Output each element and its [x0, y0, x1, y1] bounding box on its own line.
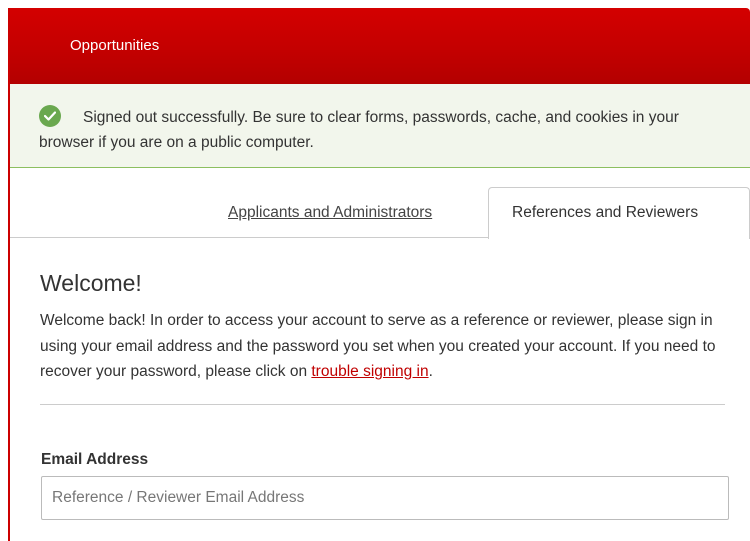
page-frame: Opportunities Signed out successfully. B…	[8, 8, 750, 541]
alert-message: Signed out successfully. Be sure to clea…	[39, 109, 679, 151]
email-address-input[interactable]	[41, 476, 729, 520]
tabs-divider	[10, 237, 488, 238]
welcome-paragraph: Welcome back! In order to access your ac…	[40, 308, 740, 385]
tab-references-and-reviewers[interactable]: References and Reviewers	[488, 187, 750, 239]
signout-success-alert: Signed out successfully. Be sure to clea…	[10, 84, 750, 168]
email-address-label: Email Address	[41, 451, 149, 468]
tab-applicants-and-administrators[interactable]: Applicants and Administrators	[228, 204, 432, 222]
welcome-heading: Welcome!	[40, 270, 142, 296]
welcome-tail-text: .	[428, 363, 433, 380]
nav-opportunities-link[interactable]: Opportunities	[70, 37, 159, 54]
section-divider	[40, 404, 725, 405]
tab-references-label: References and Reviewers	[512, 204, 699, 221]
trouble-signing-in-link[interactable]: trouble signing in	[311, 363, 428, 380]
top-navigation-bar: Opportunities	[10, 8, 750, 84]
login-tabs: Applicants and Administrators References…	[10, 168, 750, 239]
